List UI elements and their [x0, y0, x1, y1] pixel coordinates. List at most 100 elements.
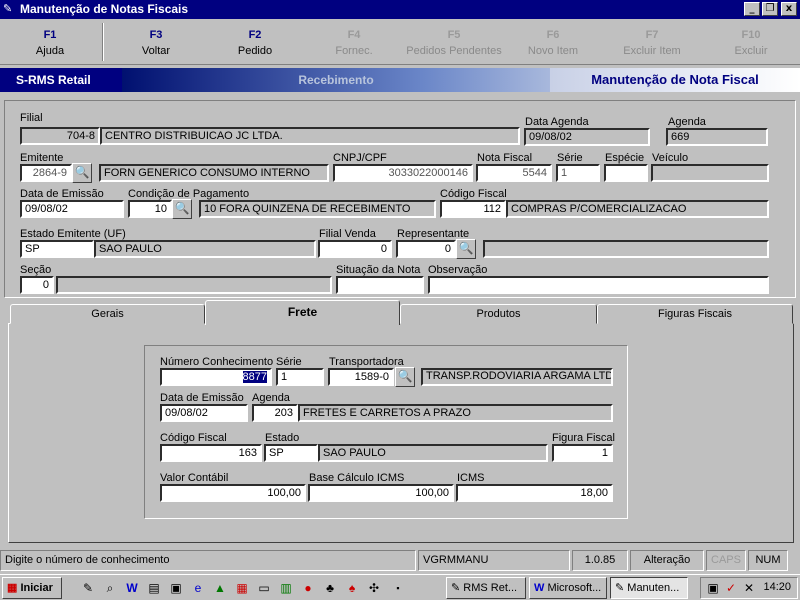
especie-field[interactable] — [604, 164, 648, 182]
data-emissao-field[interactable]: 09/08/02 — [20, 200, 124, 218]
frete-estado-label: Estado — [265, 432, 300, 444]
tray-monitor-icon[interactable]: ✕ — [741, 580, 757, 596]
word-icon: W — [534, 582, 545, 594]
situacao-field[interactable] — [336, 276, 424, 294]
secao-name-field — [56, 276, 332, 294]
status-caps: CAPS — [706, 550, 746, 571]
restore-button[interactable]: ❐ — [762, 2, 778, 16]
cnpj-label: CNPJ/CPF — [333, 152, 387, 164]
quicklaunch-globe-icon[interactable]: ● — [300, 580, 316, 596]
fkey-back-button[interactable]: F3 Voltar — [106, 19, 206, 65]
quicklaunch-ie-icon[interactable]: e — [190, 580, 206, 596]
emitente-code-field[interactable]: 2864-9 — [20, 164, 72, 182]
tray-network-icon[interactable]: ▣ — [705, 580, 721, 596]
data-agenda-label: Data Agenda — [525, 116, 589, 128]
numero-conhecimento-value: 8877 — [242, 371, 267, 383]
status-bar: Digite o número de conhecimento VGRMMANU… — [0, 547, 800, 573]
frete-data-emissao-field[interactable]: 09/08/02 — [160, 404, 248, 422]
veiculo-field[interactable] — [651, 164, 769, 182]
task-rms-retail[interactable]: ✎ RMS Ret... — [446, 577, 526, 599]
frete-estado-name-field: SAO PAULO — [318, 444, 548, 462]
quicklaunch-search-icon[interactable]: ⌕ — [102, 580, 118, 596]
data-agenda-field: 09/08/02 — [524, 128, 650, 146]
task-manutencao[interactable]: ✎ Manuten... — [610, 577, 688, 599]
tab-figuras-fiscais[interactable]: Figuras Fiscais — [597, 304, 793, 324]
icms-field[interactable]: 18,00 — [456, 484, 613, 502]
emitente-search-button[interactable]: 🔍 — [72, 163, 92, 183]
frete-codigo-fiscal-field[interactable]: 163 — [160, 444, 262, 462]
windows-logo-icon: ▦ — [7, 582, 18, 594]
fkey-help-button[interactable]: F1 Ajuda — [0, 19, 100, 65]
especie-label: Espécie — [605, 152, 645, 164]
module-banner: S-RMS Retail Recebimento Manutenção de N… — [0, 68, 800, 92]
cond-pagamento-desc-field: 10 FORA QUINZENA DE RECEBIMENTO — [199, 200, 436, 218]
fkey-supplier-button[interactable]: F4 Fornec. — [304, 19, 404, 65]
numero-conhecimento-label: Número Conhecimento — [160, 356, 274, 368]
toolbar-separator — [102, 23, 104, 61]
codigo-fiscal-desc-field: COMPRAS P/COMERCIALIZACAO — [506, 200, 769, 218]
start-button[interactable]: ▦ Iniciar — [2, 577, 62, 599]
transportadora-code-field[interactable]: 1589-0 — [328, 368, 394, 386]
observacao-field[interactable] — [428, 276, 769, 294]
representante-code-field[interactable]: 0 — [396, 240, 456, 258]
tab-produtos[interactable]: Produtos — [400, 304, 597, 324]
cond-pagamento-code-field[interactable]: 10 — [128, 200, 172, 218]
numero-conhecimento-field[interactable]: 8877 — [160, 368, 272, 386]
fkey-pending-orders-button[interactable]: F5 Pedidos Pendentes — [404, 19, 504, 65]
binoculars-icon: 🔍 — [74, 165, 90, 179]
fkey-delete-button[interactable]: F10 Excluir — [702, 19, 800, 65]
frete-estado-uf-field[interactable]: SP — [264, 444, 318, 462]
tab-gerais[interactable]: Gerais — [10, 304, 205, 324]
quicklaunch-rms-icon[interactable]: ▪ — [390, 580, 406, 596]
filial-venda-field[interactable]: 0 — [318, 240, 392, 258]
valor-contabil-field[interactable]: 100,00 — [160, 484, 306, 502]
clock[interactable]: 14:20 — [763, 581, 791, 593]
tray-antivirus-icon[interactable]: ✓ — [723, 580, 739, 596]
tab-frete[interactable]: Frete — [205, 300, 400, 325]
base-icms-field[interactable]: 100,00 — [308, 484, 454, 502]
fkey-order-button[interactable]: F2 Pedido — [206, 19, 304, 65]
quicklaunch-word-icon[interactable]: W — [124, 580, 140, 596]
quicklaunch-folder-icon[interactable]: ▭ — [256, 580, 272, 596]
nota-fiscal-field[interactable]: 5544 — [476, 164, 552, 182]
cond-pagamento-search-button[interactable]: 🔍 — [172, 199, 192, 219]
frete-agenda-code-field[interactable]: 203 — [252, 404, 298, 422]
emitente-label: Emitente — [20, 152, 64, 164]
binoculars-icon: 🔍 — [458, 241, 474, 255]
minimize-button[interactable]: _ — [744, 2, 760, 16]
filial-code-field[interactable]: 704-8 — [20, 127, 100, 145]
function-key-toolbar: F1 Ajuda F3 Voltar F2 Pedido F4 Fornec. F5 Pe… — [0, 19, 800, 65]
codigo-fiscal-code-field[interactable]: 112 — [440, 200, 506, 218]
filial-label: Filial — [20, 112, 43, 124]
quicklaunch-calculator-icon[interactable]: ▤ — [146, 580, 162, 596]
transportadora-search-button[interactable]: 🔍 — [395, 367, 415, 387]
representante-name-field — [483, 240, 769, 258]
quicklaunch-tool-icon[interactable]: ♠ — [344, 580, 360, 596]
estado-emitente-uf-field[interactable]: SP — [20, 240, 94, 258]
task-microsoft-word[interactable]: W Microsoft... — [529, 577, 607, 599]
serie-field[interactable]: 1 — [556, 164, 600, 182]
quicklaunch-note-icon[interactable]: ✎ — [80, 580, 96, 596]
quicklaunch-grid-icon[interactable]: ▦ — [234, 580, 250, 596]
binoculars-icon: 🔍 — [397, 369, 413, 383]
representante-search-button[interactable]: 🔍 — [456, 239, 476, 259]
app-icon: ✎ — [3, 3, 13, 15]
close-button[interactable]: x — [781, 2, 797, 16]
cnpj-field[interactable]: 3033022000146 — [333, 164, 473, 182]
quicklaunch-app-icon[interactable]: ▲ — [212, 580, 228, 596]
agenda-label: Agenda — [668, 116, 706, 128]
taskbar: ▦ Iniciar ✎ ⌕ W ▤ ▣ e ▲ ▦ ▭ ▥ ● ♣ ♠ ✣ ▪ … — [0, 574, 800, 600]
secao-code-field[interactable]: 0 — [20, 276, 54, 294]
system-tray: ▣ ✓ ✕ 14:20 — [700, 577, 798, 599]
quicklaunch-settings-icon[interactable]: ✣ — [366, 580, 382, 596]
transportadora-name-field: TRANSP.RODOVIARIA ARGAMA LTDA — [421, 368, 613, 386]
figura-fiscal-field[interactable]: 1 — [552, 444, 613, 462]
emitente-name-field: FORN GENERICO CONSUMO INTERNO — [99, 164, 329, 182]
fkey-new-item-button[interactable]: F6 Novo Item — [504, 19, 602, 65]
estado-emitente-name-field: SAO PAULO — [94, 240, 316, 258]
fkey-delete-item-button[interactable]: F7 Excluir Item — [602, 19, 702, 65]
quicklaunch-explorer-icon[interactable]: ▣ — [168, 580, 184, 596]
quicklaunch-chart-icon[interactable]: ▥ — [278, 580, 294, 596]
quicklaunch-paint-icon[interactable]: ♣ — [322, 580, 338, 596]
frete-serie-field[interactable]: 1 — [276, 368, 324, 386]
